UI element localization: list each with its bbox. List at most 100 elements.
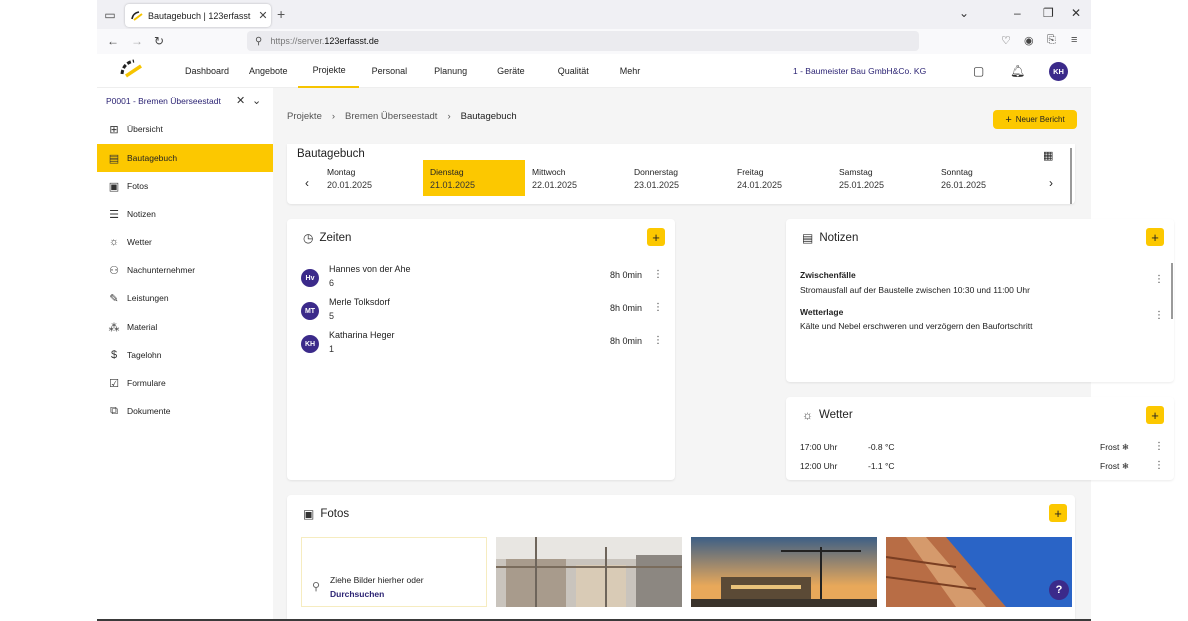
pocket-icon[interactable]: ♡ [1001, 34, 1011, 47]
forward-icon[interactable]: → [131, 34, 143, 48]
sidebar-item-notizen[interactable]: ☰ Notizen [97, 200, 273, 228]
list-item[interactable]: Hv Hannes von der Ahe 6 8h 0min ⋮ [301, 264, 665, 296]
more-vert-icon[interactable]: ⋮ [1154, 310, 1164, 321]
material-icon: ⁂ [108, 321, 120, 334]
sidebar-item-uebersicht[interactable]: ⊞ Übersicht [97, 115, 273, 143]
tab-list-icon[interactable]: ▭ [101, 6, 119, 24]
note-text: Stromausfall auf der Baustelle zwischen … [800, 285, 1030, 295]
list-item[interactable]: MT Merle Tolksdorf 5 8h 0min ⋮ [301, 297, 665, 329]
sidebar-item-formulare[interactable]: ☑ Formulare [97, 369, 273, 397]
company-selector[interactable]: 1 - Baumeister Bau GmbH&Co. KG [793, 66, 926, 76]
logo[interactable] [119, 58, 143, 78]
nav-dashboard[interactable]: Dashboard [175, 54, 239, 88]
times-header: ◷ Zeiten [303, 231, 351, 245]
tab-bar: ▭ Bautagebuch | 123erfasst ✕ + ⌄ – ❐ ✕ [97, 0, 1091, 29]
sidebar-item-bautagebuch[interactable]: ▤ Bautagebuch [97, 144, 273, 172]
prev-week-icon[interactable]: ‹ [305, 176, 309, 190]
nav-planung[interactable]: Planung [420, 54, 481, 88]
nav-projekte[interactable]: Projekte [297, 54, 359, 88]
breadcrumb-projekte[interactable]: Projekte [287, 111, 322, 122]
photo-thumbnail[interactable] [691, 537, 877, 607]
sidebar-item-fotos[interactable]: ▣ Fotos [97, 172, 273, 200]
help-button[interactable]: ? [1049, 580, 1069, 600]
minimize-icon[interactable]: – [1014, 6, 1021, 20]
sidebar-item-leistungen[interactable]: ✎ Leistungen [97, 284, 273, 312]
nav-geraete[interactable]: Geräte [481, 54, 541, 88]
person-hours: 8h 0min [610, 270, 643, 280]
clear-project-icon[interactable]: ✕ [236, 94, 245, 107]
chevron-down-icon[interactable]: ⌄ [252, 94, 261, 107]
sidebar-item-material[interactable]: ⁂ Material [97, 313, 273, 341]
documents-icon: ⧉ [110, 404, 118, 417]
sidebar-item-nachunternehmer[interactable]: ⚇ Nachunternehmer [97, 256, 273, 284]
extensions-icon[interactable]: ⎘ [1047, 34, 1056, 47]
more-vert-icon[interactable]: ⋮ [1154, 274, 1164, 285]
day-freitag[interactable]: Freitag 24.01.2025 [730, 160, 832, 196]
nav-angebote[interactable]: Angebote [239, 54, 298, 88]
tab-title: Bautagebuch | 123erfasst [148, 10, 251, 21]
project-selector[interactable]: P0001 - Bremen Überseestadt [106, 96, 221, 106]
more-vert-icon[interactable]: ⋮ [653, 335, 663, 346]
day-donnerstag[interactable]: Donnerstag 23.01.2025 [627, 160, 729, 196]
browse-link[interactable]: Durchsuchen [330, 589, 384, 599]
account-icon[interactable]: ◉ [1024, 34, 1034, 47]
more-vert-icon[interactable]: ⋮ [653, 269, 663, 280]
maximize-icon[interactable]: ❐ [1043, 6, 1054, 20]
scrollbar[interactable] [1171, 263, 1173, 319]
sidebar-item-tagelohn[interactable]: $ Tagelohn [97, 341, 273, 369]
breadcrumb: Projekte › Bremen Überseestadt › Bautage… [287, 111, 527, 122]
bell-icon[interactable]: 🔔︎ [1010, 64, 1025, 78]
photo-dropzone[interactable]: ⚲ Ziehe Bilder hierher oder Durchsuchen [301, 537, 487, 607]
scrollbar[interactable] [1070, 148, 1072, 204]
weather-card: ☼ Wetter + 17:00 Uhr -0.8 °C Frost ❄ ⋮ 12… [786, 397, 1174, 480]
diary-card: Bautagebuch ▦ ‹ Montag 20.01.2025 Diensta… [287, 144, 1075, 204]
day-dienstag[interactable]: Dienstag 21.01.2025 [423, 160, 525, 196]
day-sonntag[interactable]: Sonntag 26.01.2025 [934, 160, 1036, 196]
photo-thumbnail[interactable] [496, 537, 682, 607]
note-title: Zwischenfälle [800, 270, 856, 280]
list-item[interactable]: KH Katharina Heger 1 8h 0min ⋮ [301, 330, 665, 362]
paperclip-icon: ⚲ [312, 581, 321, 593]
nav-personal[interactable]: Personal [359, 54, 421, 88]
browser-tab[interactable]: Bautagebuch | 123erfasst ✕ [125, 4, 271, 27]
tab-close-icon[interactable]: ✕ [255, 9, 271, 22]
add-note-button[interactable]: + [1146, 228, 1164, 246]
notes-header: ▤ Notizen [802, 231, 858, 245]
nav-qualitaet[interactable]: Qualität [541, 54, 606, 88]
favicon-icon [131, 10, 143, 21]
chat-icon[interactable]: ▢ [973, 64, 984, 78]
calendar-icon[interactable]: ▦ [1043, 149, 1053, 162]
nav-mehr[interactable]: Mehr [606, 54, 655, 88]
sun-icon: ☼ [802, 408, 813, 422]
sidebar-item-wetter[interactable]: ☼ Wetter [97, 228, 273, 256]
clock-icon: ◷ [303, 231, 314, 245]
more-vert-icon[interactable]: ⋮ [1154, 441, 1164, 452]
add-time-button[interactable]: + [647, 228, 665, 246]
reload-icon[interactable]: ↻ [154, 34, 164, 48]
address-bar[interactable]: ⚲ https://server.123erfasst.de [247, 31, 919, 51]
sidebar-item-dokumente[interactable]: ⧉ Dokumente [97, 397, 273, 425]
notes-icon: ▤ [802, 231, 814, 245]
day-mittwoch[interactable]: Mittwoch 22.01.2025 [525, 160, 627, 196]
close-window-icon[interactable]: ✕ [1071, 6, 1081, 20]
person-name: Hannes von der Ahe [329, 264, 411, 274]
new-report-button[interactable]: + Neuer Bericht [993, 110, 1077, 129]
weather-temp: -1.1 °C [868, 461, 895, 471]
more-vert-icon[interactable]: ⋮ [1154, 460, 1164, 471]
day-montag[interactable]: Montag 20.01.2025 [320, 160, 422, 196]
avatar[interactable]: KH [1049, 62, 1068, 81]
tab-overflow-icon[interactable]: ⌄ [959, 6, 969, 20]
add-weather-button[interactable]: + [1146, 406, 1164, 424]
photos-title: Fotos [320, 508, 350, 520]
day-samstag[interactable]: Samstag 25.01.2025 [832, 160, 934, 196]
browser-window: ▭ Bautagebuch | 123erfasst ✕ + ⌄ – ❐ ✕ ←… [97, 0, 1174, 621]
menu-icon[interactable]: ≡ [1071, 34, 1077, 46]
new-tab-icon[interactable]: + [277, 6, 285, 22]
add-photo-button[interactable]: + [1049, 504, 1067, 522]
next-week-icon[interactable]: › [1049, 176, 1053, 190]
breadcrumb-project[interactable]: Bremen Überseestadt [345, 111, 437, 122]
grid-icon: ⊞ [109, 123, 119, 136]
photo-thumbnail[interactable] [886, 537, 1072, 607]
more-vert-icon[interactable]: ⋮ [653, 302, 663, 313]
back-icon[interactable]: ← [107, 34, 119, 48]
